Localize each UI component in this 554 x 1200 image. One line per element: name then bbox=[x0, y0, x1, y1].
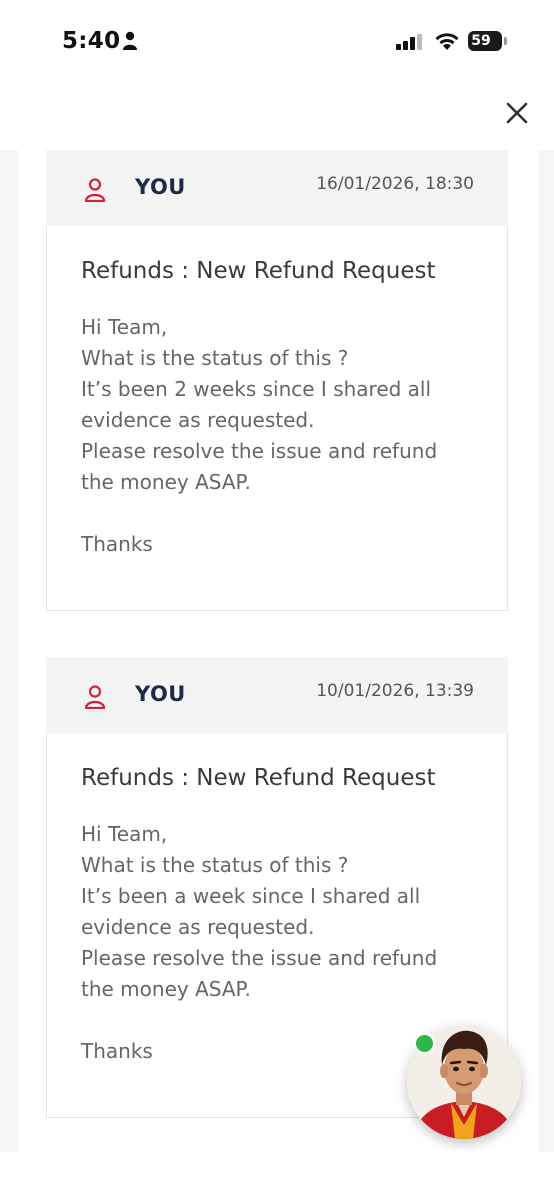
user-icon bbox=[84, 685, 106, 709]
message-card: YOU 16/01/2026, 18:30 Refunds : New Refu… bbox=[46, 150, 508, 611]
message-date: 10/01/2026, 13:39 bbox=[316, 681, 474, 701]
battery-icon: 59 bbox=[468, 31, 507, 51]
person-status-icon bbox=[123, 31, 137, 50]
battery-level: 59 bbox=[471, 33, 491, 49]
message-header: YOU 16/01/2026, 18:30 bbox=[46, 150, 508, 226]
message-sender: YOU bbox=[135, 682, 186, 706]
message-sender: YOU bbox=[135, 175, 186, 199]
bottom-area bbox=[0, 1152, 554, 1200]
online-status-indicator bbox=[414, 1033, 435, 1054]
message-thread[interactable]: YOU 16/01/2026, 18:30 Refunds : New Refu… bbox=[0, 150, 554, 1152]
close-icon[interactable] bbox=[500, 96, 534, 130]
message-text: Hi Team, What is the status of this ? It… bbox=[81, 315, 438, 556]
cellular-signal-icon bbox=[396, 34, 422, 50]
user-icon bbox=[84, 178, 106, 202]
status-bar: 5:40 59 bbox=[0, 0, 554, 84]
thread-gutter-left bbox=[0, 150, 18, 1152]
message-subject: Refunds : New Refund Request bbox=[81, 765, 436, 791]
message-body: Refunds : New Refund Request Hi Team, Wh… bbox=[46, 226, 508, 611]
message-header: YOU 10/01/2026, 13:39 bbox=[46, 657, 508, 733]
message-date: 16/01/2026, 18:30 bbox=[316, 174, 474, 194]
message-text: Hi Team, What is the status of this ? It… bbox=[81, 822, 438, 1063]
wifi-icon bbox=[435, 33, 459, 50]
message-subject: Refunds : New Refund Request bbox=[81, 258, 436, 284]
status-time: 5:40 bbox=[62, 28, 121, 54]
header bbox=[0, 84, 554, 150]
thread-gutter-right bbox=[538, 150, 554, 1152]
